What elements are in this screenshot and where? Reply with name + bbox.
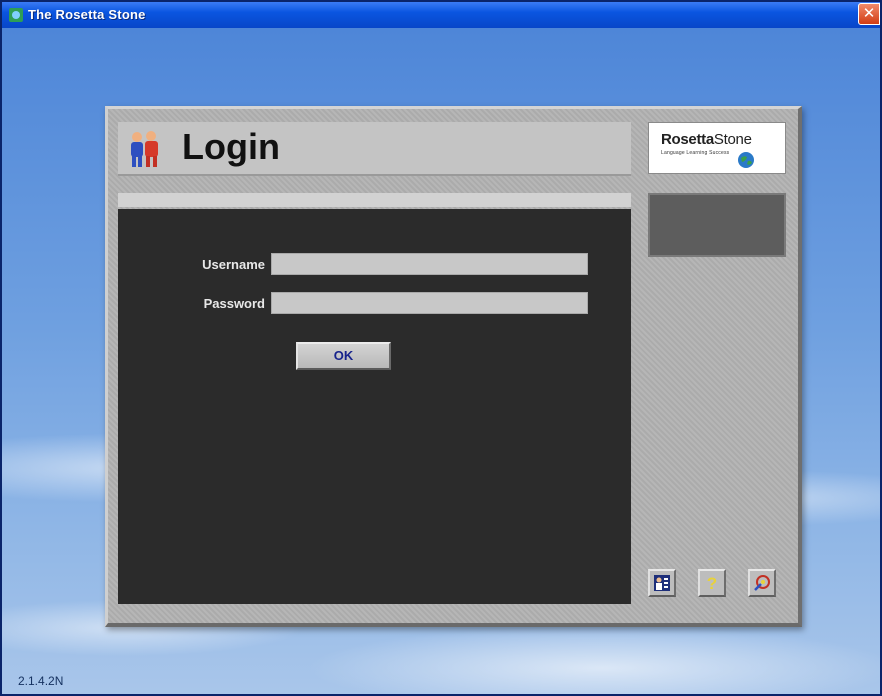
version-label: 2.1.4.2N [18,674,64,688]
login-form-area: Username Password OK [118,209,631,604]
close-button[interactable]: ✕ [858,3,880,25]
background: Login RosettaStone Language Learning Suc… [2,28,880,694]
svg-text:?: ? [707,574,717,593]
user-settings-icon [654,575,670,591]
window-title: The Rosetta Stone [28,7,146,22]
password-input[interactable] [271,292,588,314]
login-header: Login [118,122,631,176]
side-display [648,193,786,257]
exit-button[interactable] [748,569,776,597]
username-input[interactable] [271,253,588,275]
title-bar[interactable]: The Rosetta Stone ✕ [2,2,880,28]
close-icon: ✕ [862,5,876,22]
ok-button[interactable]: OK [296,342,391,370]
globe-icon [738,152,754,168]
app-icon [9,8,23,22]
password-label: Password [203,296,265,311]
page-title: Login [182,126,280,167]
exit-icon [754,575,770,591]
logo-tagline: Language Learning Success [661,150,730,156]
help-icon: ? [707,574,717,593]
logo-text: RosettaStone [661,131,752,148]
username-label: Username [202,257,265,272]
login-panel: Login RosettaStone Language Learning Suc… [105,106,802,627]
app-window: The Rosetta Stone ✕ Login RosettaStone L… [0,0,882,696]
rosetta-stone-logo: RosettaStone Language Learning Success [648,122,786,174]
user-settings-button[interactable] [648,569,676,597]
users-icon [131,131,158,167]
header-divider [118,193,631,207]
help-button[interactable]: ? [698,569,726,597]
